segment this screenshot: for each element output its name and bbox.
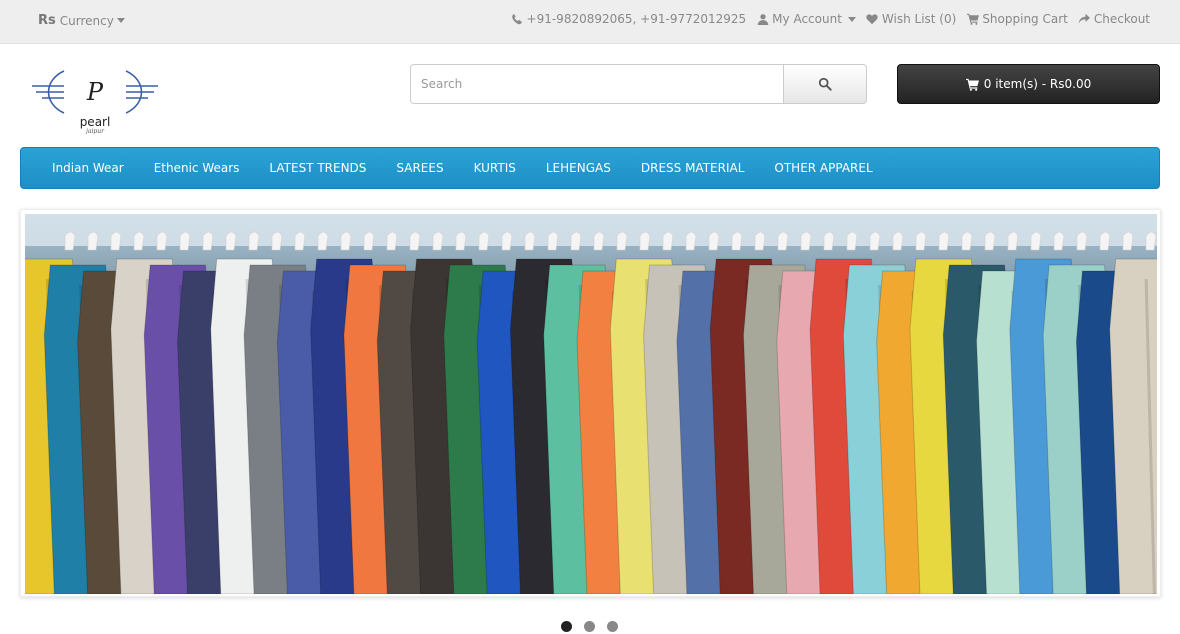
banner-hanger: [961, 231, 973, 251]
shopping-cart-link[interactable]: Shopping Cart: [966, 12, 1068, 26]
banner-hanger: [202, 231, 214, 251]
currency-label: Currency: [59, 13, 114, 28]
my-account-text: My Account: [772, 12, 842, 26]
banner-hanger: [225, 231, 237, 251]
search-icon: [818, 77, 832, 91]
banner-hanger: [1030, 231, 1042, 251]
phone-text: +91-9820892065, +91-9772012925: [526, 12, 747, 26]
user-icon: [756, 13, 769, 26]
banner-hanger: [409, 231, 421, 251]
banner-hanger: [501, 231, 513, 251]
slide-dot-2[interactable]: [584, 621, 595, 632]
banner-hanger: [777, 231, 789, 251]
banner-hanger: [478, 231, 490, 251]
banner-hanger: [340, 231, 352, 251]
slideshow-pagination: [561, 621, 618, 632]
banner-hanger: [179, 231, 191, 251]
banner-hanger: [317, 231, 329, 251]
cart-total: 0 item(s) - Rs0.00: [983, 77, 1092, 91]
logo-text: pearl: [80, 115, 111, 129]
menu-item-ethenic-wears[interactable]: Ethenic Wears: [139, 161, 255, 175]
banner-hanger: [386, 231, 398, 251]
banner-hanger: [823, 231, 835, 251]
banner-hanger: [294, 231, 306, 251]
banner-hanger: [915, 231, 927, 251]
top-bar: Rs Currency +91-9820892065, +91-97720129…: [0, 0, 1180, 44]
banner-hanger: [110, 231, 122, 251]
banner-hanger: [1099, 231, 1111, 251]
banner-image: [25, 214, 1157, 594]
caret-down-icon: [116, 18, 125, 23]
logo-subtext: jaipur: [84, 128, 105, 134]
banner-hanger: [846, 231, 858, 251]
checkout-text: Checkout: [1093, 12, 1150, 26]
banner-hanger: [87, 231, 99, 251]
search-input[interactable]: [410, 64, 783, 104]
currency-symbol: Rs: [38, 13, 56, 28]
banner-hanger: [1076, 231, 1088, 251]
banner-hanger: [984, 231, 996, 251]
banner-hanger: [64, 231, 76, 251]
banner-hanger: [754, 231, 766, 251]
banner-hanger: [731, 231, 743, 251]
pearl-logo-graphic: P pearl jaipur: [32, 70, 158, 135]
banner-hanger: [1053, 231, 1065, 251]
banner-hanger: [708, 231, 720, 251]
banner-hanger: [271, 231, 283, 251]
banner-hanger: [570, 231, 582, 251]
slideshow-banner[interactable]: [20, 209, 1161, 597]
banner-hanger: [156, 231, 168, 251]
menu-item-lehengas[interactable]: LEHENGAS: [531, 161, 626, 175]
phone-link[interactable]: +91-9820892065, +91-9772012925: [511, 12, 747, 26]
share-icon: [1078, 13, 1091, 26]
top-links: +91-9820892065, +91-9772012925 My Accoun…: [511, 12, 1150, 26]
logo-letter: P: [86, 78, 104, 106]
wish-list-link[interactable]: Wish List (0): [866, 12, 956, 26]
banner-hanger: [662, 231, 674, 251]
menu-item-latest-trends[interactable]: LATEST TRENDS: [254, 161, 381, 175]
banner-hanger: [432, 231, 444, 251]
banner-hanger: [938, 231, 950, 251]
cart-icon: [965, 78, 979, 91]
menu-item-dress-material[interactable]: DRESS MATERIAL: [626, 161, 760, 175]
menu-item-sarees[interactable]: SAREES: [381, 161, 458, 175]
banner-hanger: [685, 231, 697, 251]
banner-hanger: [616, 231, 628, 251]
banner-hanger: [524, 231, 536, 251]
wish-list-text: Wish List (0): [881, 12, 957, 26]
banner-hanger: [639, 231, 651, 251]
banner-hanger: [1122, 231, 1134, 251]
menu-item-kurtis[interactable]: KURTIS: [459, 161, 531, 175]
banner-hanger: [1007, 231, 1019, 251]
slide-dot-1[interactable]: [561, 621, 572, 632]
cart-icon: [966, 13, 979, 26]
site-logo[interactable]: P pearl jaipur: [32, 68, 158, 135]
caret-down-icon: [847, 16, 856, 22]
banner-hanger: [593, 231, 605, 251]
currency-dropdown[interactable]: Rs Currency: [38, 13, 125, 28]
search-bar: [410, 64, 867, 104]
heart-icon: [866, 13, 879, 26]
banner-hanger: [248, 231, 260, 251]
banner-hanger: [892, 231, 904, 251]
banner-hanger: [455, 231, 467, 251]
shopping-cart-text: Shopping Cart: [982, 12, 1068, 26]
banner-hanger: [133, 231, 145, 251]
slide-dot-3[interactable]: [607, 621, 618, 632]
banner-hanger: [547, 231, 559, 251]
main-menu: Indian Wear Ethenic Wears LATEST TRENDS …: [20, 147, 1160, 189]
banner-hanger: [363, 231, 375, 251]
menu-item-indian-wear[interactable]: Indian Wear: [37, 161, 139, 175]
phone-icon: [511, 13, 524, 26]
checkout-link[interactable]: Checkout: [1078, 12, 1150, 26]
banner-hanger: [800, 231, 812, 251]
banner-hanger: [869, 231, 881, 251]
banner-hanger: [1145, 231, 1157, 251]
my-account-link[interactable]: My Account: [756, 12, 856, 26]
menu-item-other-apparel[interactable]: OTHER APPAREL: [759, 161, 887, 175]
search-button[interactable]: [783, 64, 867, 104]
cart-button[interactable]: 0 item(s) - Rs0.00: [897, 64, 1160, 104]
